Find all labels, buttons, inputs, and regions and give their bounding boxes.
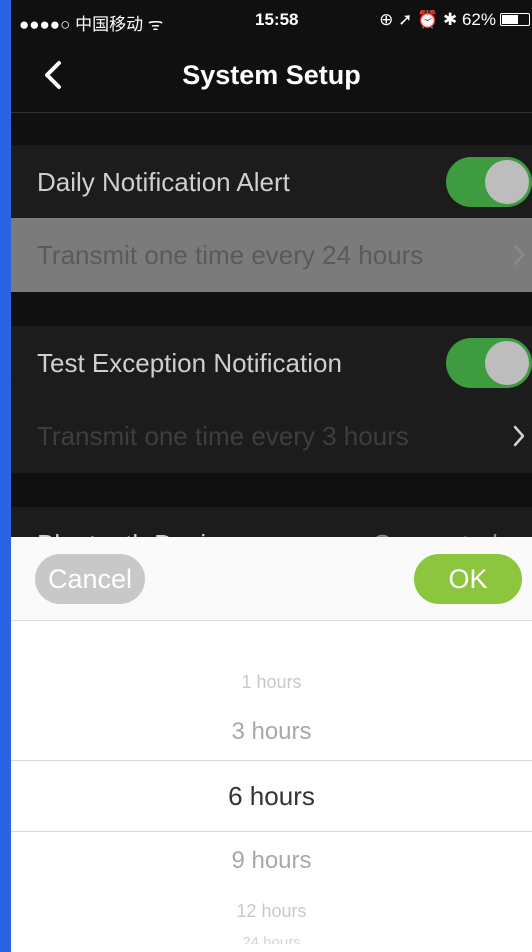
battery-fill: [502, 15, 518, 24]
picker-option[interactable]: 3 hours: [11, 718, 532, 746]
daily-notification-group: Daily Notification Alert Transmit one ti…: [11, 145, 532, 292]
daily-notification-toggle[interactable]: [446, 157, 532, 207]
ok-button[interactable]: OK: [414, 554, 522, 604]
phone-screen: ●●●●○ 中国移动 ᯤ 15:58 ⊕ ➚ ⏰ ✱ 62% System Se…: [11, 0, 532, 952]
status-time: 15:58: [255, 10, 299, 29]
exception-interval-row[interactable]: Transmit one time every 3 hours: [11, 399, 532, 473]
exception-notification-group: Test Exception Notification Transmit one…: [11, 326, 532, 473]
exception-notification-toggle[interactable]: [446, 338, 532, 388]
picker-option[interactable]: 9 hours: [11, 847, 532, 875]
picker-toolbar: Cancel OK: [11, 537, 532, 621]
picker-option[interactable]: 12 hours: [11, 901, 532, 922]
exception-notification-label: Test Exception Notification: [37, 348, 342, 378]
interval-picker-sheet: Cancel OK 1 hours 3 hours 6 hours 9 hour…: [11, 537, 532, 952]
chevron-right-icon: [513, 244, 525, 266]
cancel-button[interactable]: Cancel: [35, 554, 145, 604]
status-indicators: ⊕ ➚ ⏰ ✱ 62%: [379, 10, 496, 29]
toggle-knob: [485, 341, 529, 385]
battery-icon: [500, 13, 530, 26]
picker-option[interactable]: 1 hours: [11, 672, 532, 693]
nav-bar: System Setup: [11, 40, 532, 113]
picker-selection-top-line: [11, 760, 532, 761]
picker-selection-bottom-line: [11, 831, 532, 832]
daily-interval-label: Transmit one time every 24 hours: [37, 240, 424, 270]
picker-option-selected[interactable]: 6 hours: [11, 781, 532, 812]
daily-notification-label: Daily Notification Alert: [37, 167, 290, 197]
exception-notification-row: Test Exception Notification: [11, 326, 532, 399]
carrier-signal: ●●●●○ 中国移动 ᯤ: [19, 15, 164, 34]
daily-interval-row[interactable]: Transmit one time every 24 hours: [11, 218, 532, 292]
toggle-knob: [485, 160, 529, 204]
daily-notification-row: Daily Notification Alert: [11, 145, 532, 218]
chevron-right-icon: [513, 425, 525, 447]
interval-picker-wheel[interactable]: 1 hours 3 hours 6 hours 9 hours 12 hours…: [11, 621, 532, 952]
page-title: System Setup: [182, 60, 361, 90]
status-bar: ●●●●○ 中国移动 ᯤ 15:58 ⊕ ➚ ⏰ ✱ 62%: [11, 0, 532, 40]
picker-option[interactable]: 24 hours: [11, 934, 532, 944]
exception-interval-label: Transmit one time every 3 hours: [37, 421, 409, 451]
